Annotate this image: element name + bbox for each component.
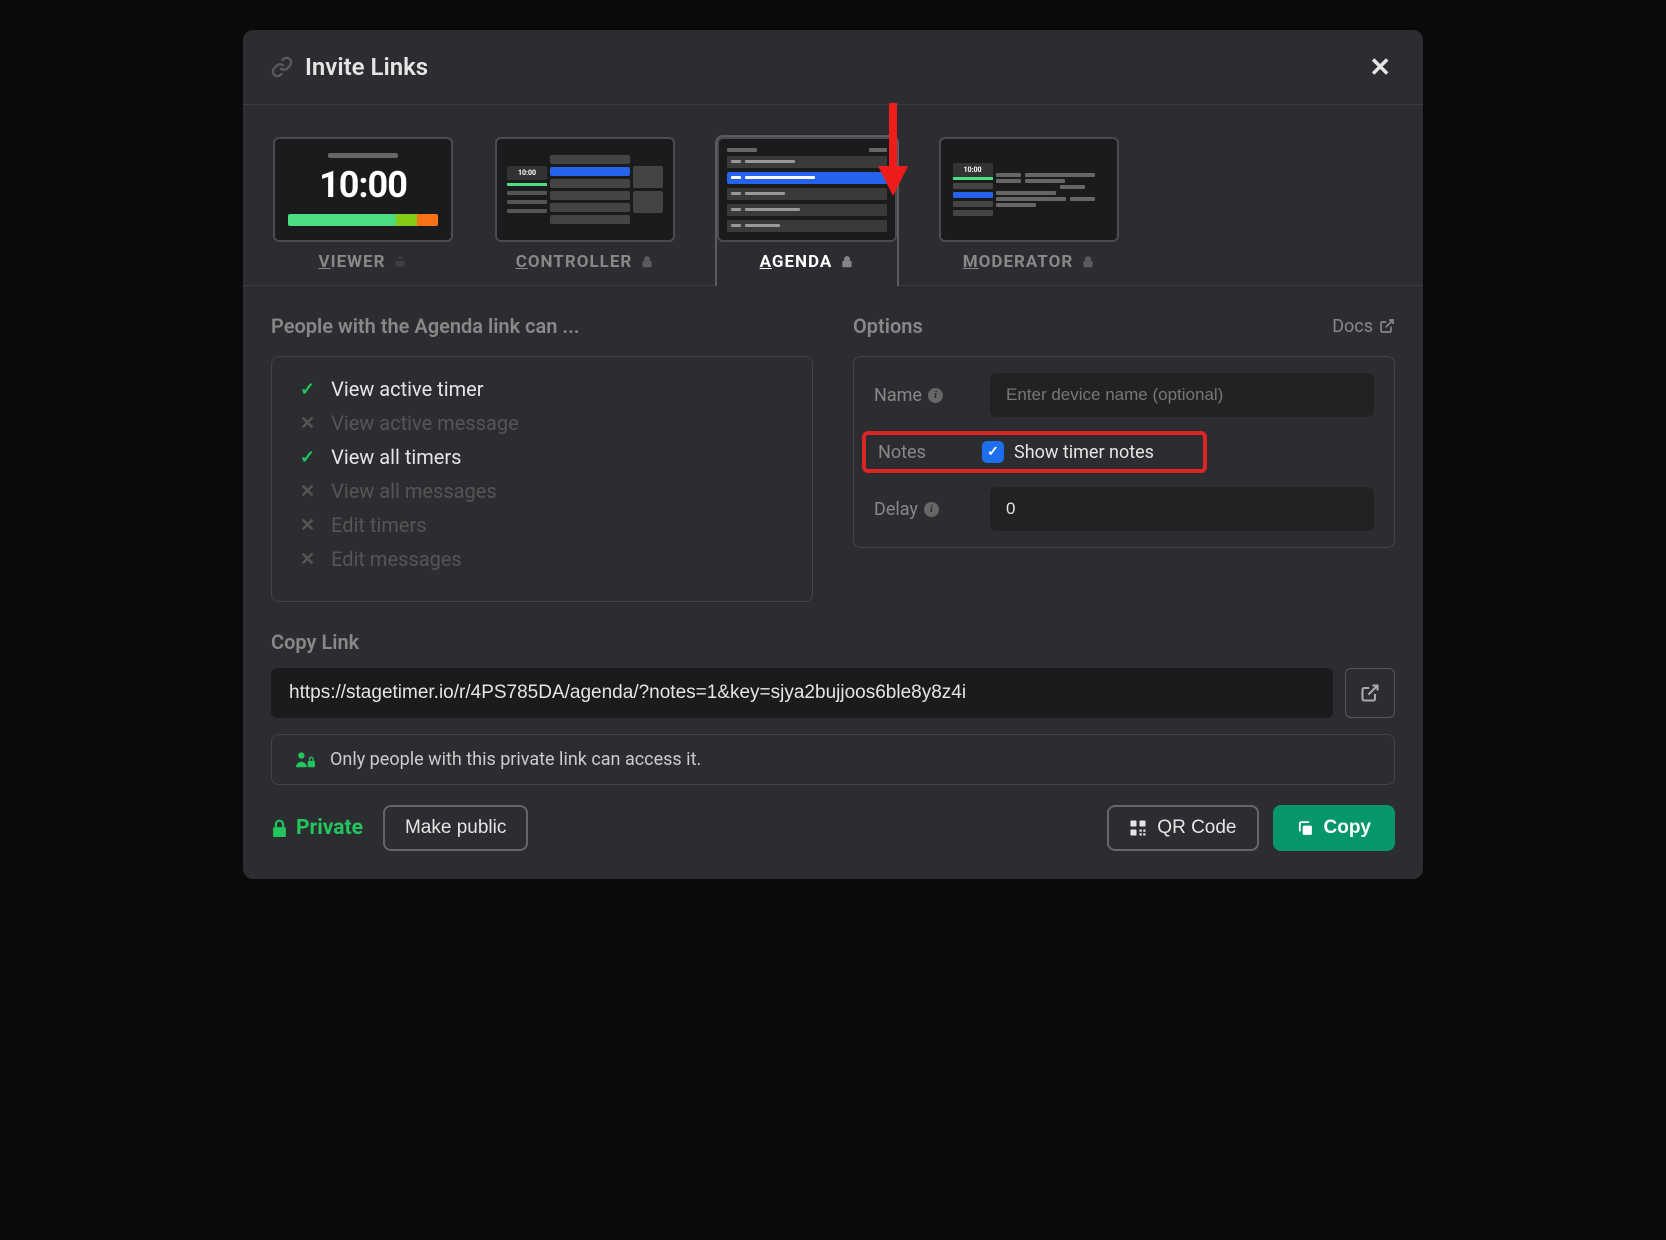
x-icon: ✕	[300, 549, 315, 570]
tab-controller-label: CONTROLLER	[516, 252, 655, 272]
delay-input[interactable]	[990, 487, 1374, 531]
perm-edit-messages: ✕ Edit messages	[300, 547, 784, 571]
option-name-label: Name i	[874, 385, 974, 406]
notes-checkbox-label: Show timer notes	[1014, 442, 1154, 463]
copy-link-heading: Copy Link	[271, 630, 1395, 654]
modal-title-text: Invite Links	[305, 53, 428, 81]
docs-link[interactable]: Docs	[1332, 316, 1395, 337]
info-icon[interactable]: i	[928, 388, 943, 403]
tab-viewer-preview: 10:00	[273, 137, 453, 242]
tabs: 10:00 VIEWER 10:00	[243, 105, 1423, 286]
qr-code-button[interactable]: QR Code	[1107, 805, 1258, 851]
lock-icon	[840, 255, 854, 269]
x-icon: ✕	[300, 481, 315, 502]
options-box: Name i Notes ✓ Show timer notes	[853, 356, 1395, 548]
tab-controller-preview: 10:00	[495, 137, 675, 242]
perm-view-all-timers: ✓ View all timers	[300, 445, 784, 469]
modal-body: People with the Agenda link can ... ✓ Vi…	[243, 286, 1423, 879]
annotation-arrow-icon	[868, 98, 918, 198]
x-icon: ✕	[300, 413, 315, 434]
tab-viewer-label: VIEWER	[319, 252, 408, 272]
permissions-heading: People with the Agenda link can ...	[271, 314, 813, 338]
external-link-icon	[1360, 683, 1380, 703]
option-name-row: Name i	[874, 373, 1374, 417]
private-badge: Private	[271, 816, 363, 840]
tab-viewer[interactable]: 10:00 VIEWER	[271, 135, 455, 286]
perm-edit-timers: ✕ Edit timers	[300, 513, 784, 537]
perm-view-active-timer: ✓ View active timer	[300, 377, 784, 401]
perm-view-active-message: ✕ View active message	[300, 411, 784, 435]
people-lock-icon	[294, 751, 316, 769]
make-public-button[interactable]: Make public	[383, 805, 528, 851]
name-input[interactable]	[990, 373, 1374, 417]
tab-moderator-label: MODERATOR	[963, 252, 1095, 272]
info-icon[interactable]: i	[924, 502, 939, 517]
modal-header: Invite Links ✕	[243, 30, 1423, 105]
lock-icon	[640, 255, 654, 269]
qr-icon	[1129, 819, 1147, 837]
option-notes-label: Notes	[878, 442, 966, 463]
check-icon: ✓	[300, 379, 315, 400]
option-delay-row: Delay i	[874, 487, 1374, 531]
external-link-icon	[1379, 318, 1395, 334]
permissions-box: ✓ View active timer ✕ View active messag…	[271, 356, 813, 602]
open-link-button[interactable]	[1345, 668, 1395, 718]
link-icon	[271, 56, 293, 78]
invite-links-modal: Invite Links ✕ 10:00 VIEWER 10:00	[243, 30, 1423, 879]
close-button[interactable]: ✕	[1365, 50, 1395, 84]
perm-view-all-messages: ✕ View all messages	[300, 479, 784, 503]
privacy-notice: Only people with this private link can a…	[271, 734, 1395, 785]
unlock-icon	[393, 255, 407, 269]
options-heading: Options	[853, 314, 923, 338]
x-icon: ✕	[300, 515, 315, 536]
viewer-preview-time: 10:00	[319, 164, 407, 206]
lock-icon	[1081, 255, 1095, 269]
option-delay-label: Delay i	[874, 499, 974, 520]
privacy-notice-text: Only people with this private link can a…	[330, 749, 701, 770]
modal-title: Invite Links	[271, 53, 428, 81]
permissions-section: People with the Agenda link can ... ✓ Vi…	[271, 314, 813, 602]
lock-icon	[271, 819, 288, 838]
options-section: Options Docs Name i Not	[853, 314, 1395, 602]
modal-footer: Private Make public QR Code Copy	[271, 805, 1395, 851]
notes-checkbox[interactable]: ✓	[982, 441, 1004, 463]
tab-moderator[interactable]: 10:00 MODERATOR	[937, 135, 1121, 286]
tab-controller[interactable]: 10:00 CONTROLLER	[493, 135, 677, 286]
link-url-input[interactable]	[271, 668, 1333, 718]
copy-icon	[1297, 820, 1314, 837]
check-icon: ✓	[300, 447, 315, 468]
copy-button[interactable]: Copy	[1273, 805, 1396, 851]
tab-agenda-label: AGENDA	[760, 252, 855, 272]
tab-moderator-preview: 10:00	[939, 137, 1119, 242]
copy-link-section: Copy Link	[271, 630, 1395, 718]
notes-highlight-annotation: Notes ✓ Show timer notes	[862, 431, 1207, 473]
notes-checkbox-wrap[interactable]: ✓ Show timer notes	[982, 441, 1154, 463]
